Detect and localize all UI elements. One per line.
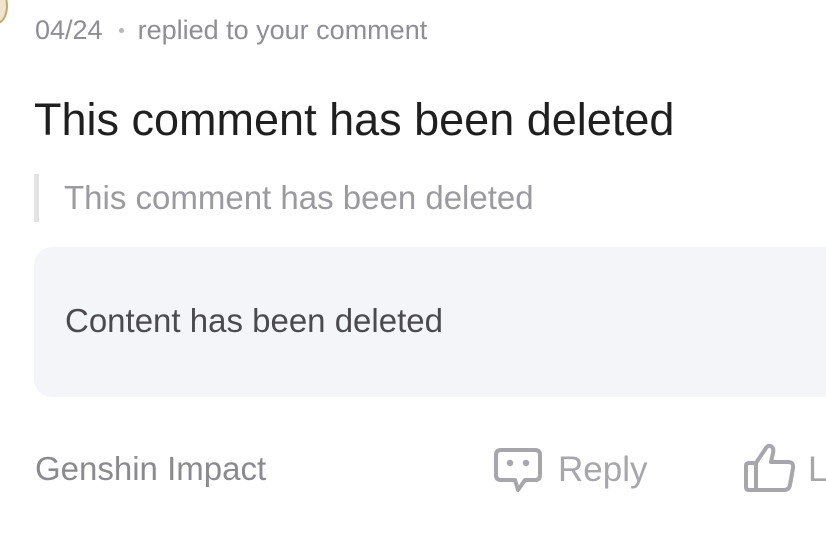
like-button[interactable]: L	[742, 442, 826, 499]
quote-bar	[34, 174, 39, 222]
separator-dot	[118, 27, 124, 33]
reply-comment-text[interactable]: This comment has been deleted	[34, 92, 674, 148]
thumbs-up-icon	[742, 442, 798, 499]
reply-label: Reply	[558, 450, 648, 489]
original-content-text: Content has been deleted	[65, 302, 443, 339]
user-avatar[interactable]	[0, 0, 8, 24]
notification-footer: Genshin Impact Reply L	[0, 440, 826, 504]
notification-meta: 04/24 replied to your comment	[35, 12, 427, 48]
notification-action: replied to your comment	[137, 14, 428, 45]
notification-item[interactable]: 04/24 replied to your comment This comme…	[0, 0, 826, 533]
quoted-comment-text: This comment has been deleted	[64, 179, 534, 216]
quoted-comment[interactable]: This comment has been deleted	[34, 174, 534, 222]
reply-button[interactable]: Reply	[492, 444, 647, 496]
notification-date: 04/24	[35, 14, 103, 45]
game-name[interactable]: Genshin Impact	[35, 450, 266, 488]
original-content-card[interactable]: Content has been deleted	[34, 247, 826, 397]
chat-bubble-icon	[492, 444, 544, 496]
like-label: L	[808, 450, 826, 489]
